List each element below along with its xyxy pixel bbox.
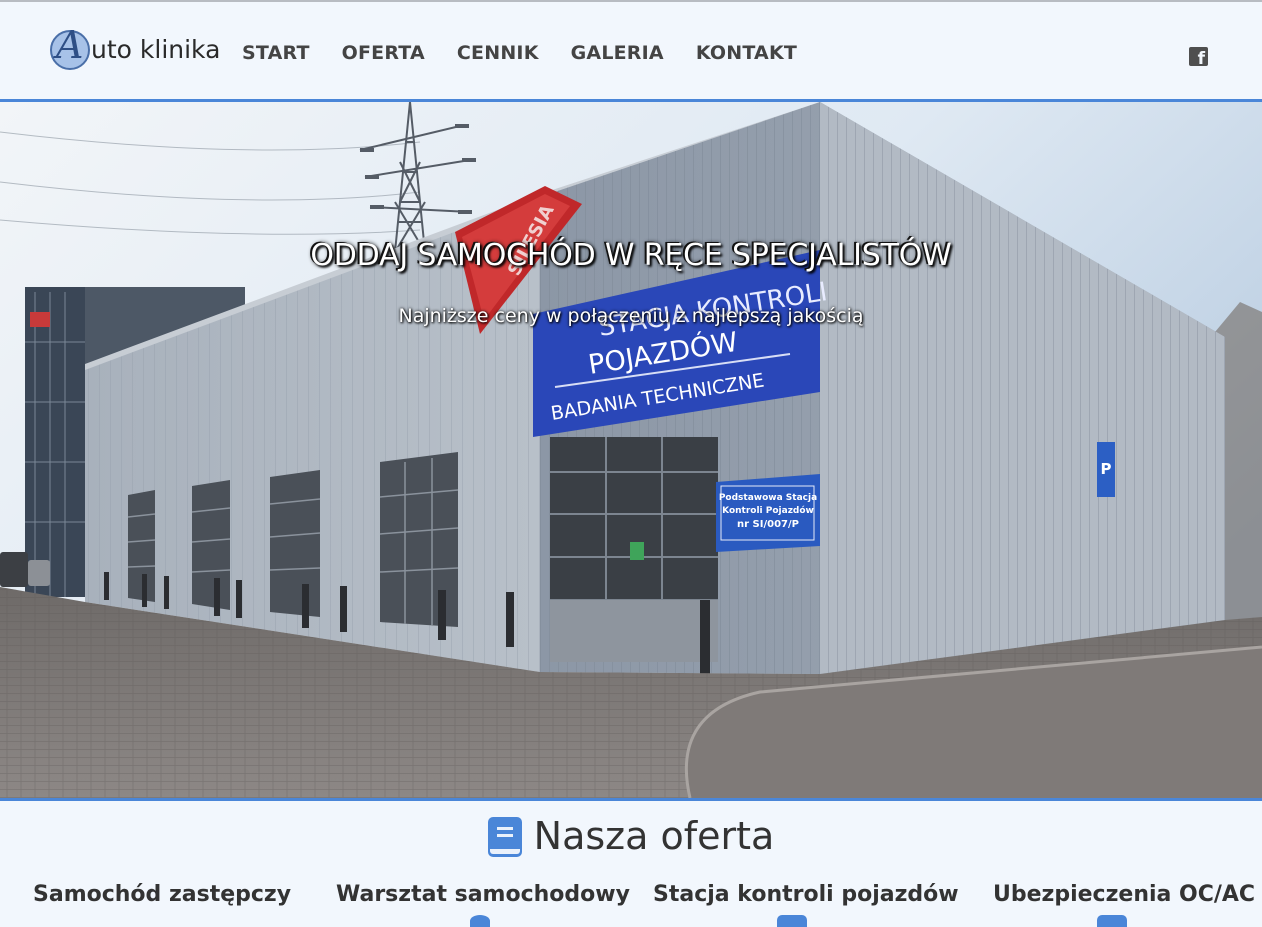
inspection-icon xyxy=(777,915,807,927)
hero-subtitle: Najniższe ceny w połączeniu z najlepszą … xyxy=(398,305,864,327)
photo-sign-line3: nr SI/007/P xyxy=(737,519,799,530)
logo[interactable]: A uto klinika xyxy=(50,26,220,74)
offer-card-vehicle-inspection[interactable]: Stacja kontroli pojazdów xyxy=(653,882,959,907)
offer-title: Nasza oferta xyxy=(533,814,775,858)
logo-circle-icon: A xyxy=(50,26,90,70)
nav-menu: START OFERTA CENNIK GALERIA KONTAKT xyxy=(242,42,829,64)
photo-parking-sign: P xyxy=(1101,460,1112,478)
photo-sign-line1: Podstawowa Stacja xyxy=(719,493,817,503)
book-icon xyxy=(487,817,522,857)
nav-item-start[interactable]: START xyxy=(242,42,310,64)
hero-banner: SILESIA STACJA KONTROLI POJAZDÓW BADANIA… xyxy=(0,102,1262,801)
logo-text: uto klinika xyxy=(91,34,221,64)
workshop-icon xyxy=(470,915,490,927)
nav-item-oferta[interactable]: OFERTA xyxy=(342,42,425,64)
offer-heading: Nasza oferta xyxy=(0,814,1262,858)
hero-photo: SILESIA STACJA KONTROLI POJAZDÓW BADANIA… xyxy=(0,102,1262,798)
nav-item-cennik[interactable]: CENNIK xyxy=(457,42,539,64)
offer-cards: Samochód zastępczy Warsztat samochodowy … xyxy=(0,882,1262,919)
offer-card-car-workshop[interactable]: Warsztat samochodowy xyxy=(336,882,630,907)
offer-card-replacement-car[interactable]: Samochód zastępczy xyxy=(33,882,291,907)
insurance-icon xyxy=(1097,915,1127,927)
nav-item-kontakt[interactable]: KONTAKT xyxy=(696,42,797,64)
facebook-glyph: f xyxy=(1197,49,1205,69)
hero-title: ODDAJ SAMOCHÓD W RĘCE SPECJALISTÓW xyxy=(310,238,952,273)
facebook-icon[interactable]: f xyxy=(1189,47,1208,69)
offer-card-insurance[interactable]: Ubezpieczenia OC/AC xyxy=(993,882,1255,907)
logo-letter: A xyxy=(56,23,84,67)
nav-item-galeria[interactable]: GALERIA xyxy=(571,42,664,64)
navbar: A uto klinika START OFERTA CENNIK GALERI… xyxy=(0,2,1262,102)
photo-sign-line2: Kontroli Pojazdów xyxy=(722,505,814,516)
